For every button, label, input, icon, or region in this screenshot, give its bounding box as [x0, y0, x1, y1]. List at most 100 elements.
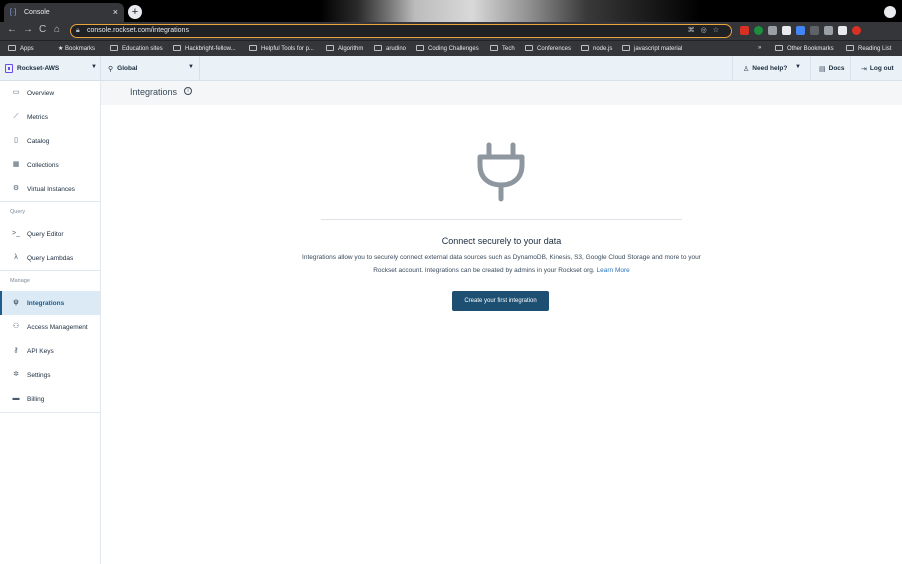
reading-list-icon [846, 45, 854, 51]
divider [0, 270, 100, 271]
omnibox-actions[interactable]: ⌘◎☆ [688, 25, 725, 36]
bookmark-item[interactable]: Hackbright-fellow... [173, 45, 236, 52]
sidebar-item-query-lambdas[interactable]: λ Query Lambdas [0, 247, 100, 269]
plug-icon [477, 142, 525, 202]
close-tab-icon[interactable]: × [113, 7, 118, 17]
folder-icon [416, 45, 424, 51]
location-pin-icon: ⚲ [108, 65, 114, 73]
bookmark-item[interactable]: arudino [374, 45, 406, 52]
rockset-logo-icon [5, 64, 13, 73]
table-icon: ▦ [12, 161, 20, 168]
folder-icon [173, 45, 181, 51]
puzzle-icon[interactable] [838, 26, 847, 35]
terminal-icon: >_ [12, 230, 20, 237]
settings-icon: ✲ [13, 371, 19, 378]
extensions-bar [740, 26, 861, 36]
gear-icon: ⚙ [12, 185, 20, 192]
docs-link[interactable]: ▤ Docs [810, 56, 850, 81]
logout-label: Log out [869, 65, 894, 72]
forward-icon[interactable]: → [23, 24, 33, 35]
sidebar-item-billing[interactable]: ▬ Billing [0, 388, 100, 410]
back-icon[interactable]: ← [7, 24, 17, 35]
bookmarks-overflow[interactable]: » [758, 45, 761, 51]
users-icon: ⚇ [12, 323, 20, 330]
sidebar-item-metrics[interactable]: ⟋ Metrics [0, 106, 100, 128]
bookmark-item[interactable]: ★ Bookmarks [58, 45, 95, 52]
sidebar-item-access-management[interactable]: ⚇ Access Management [0, 316, 100, 338]
browser-tab[interactable]: [·] Console × [4, 3, 124, 22]
sidebar-item-collections[interactable]: ▦ Collections [0, 154, 100, 176]
rockset-favicon-icon: [·] [10, 9, 17, 16]
bookmark-item[interactable]: Helpful Tools for p... [249, 45, 314, 52]
bookmarks-bar: Apps ★ Bookmarks Education sites Hackbri… [0, 40, 902, 56]
help-menu-button[interactable]: ♙ Need help? ▼ [732, 56, 810, 81]
url-text: console.rockset.com/integrations [87, 27, 189, 34]
bookmark-item[interactable]: node.js [581, 45, 612, 52]
org-switcher[interactable]: Rockset-AWS ▼ [0, 56, 101, 81]
help-label: Need help? [752, 65, 788, 72]
page-title: Integrations [130, 87, 178, 97]
sidebar-item-catalog[interactable]: ▯ Catalog [0, 130, 100, 152]
extension-icon[interactable] [782, 26, 791, 35]
create-integration-button[interactable]: Create your first integration [452, 291, 549, 311]
chevron-down-icon: ▼ [91, 64, 97, 70]
app-topbar: Rockset-AWS ▼ ⚲ Global ▼ ♙ Need help? ▼ … [0, 56, 902, 81]
empty-state-description: Integrations allow you to securely conne… [297, 252, 706, 277]
bookmark-apps[interactable]: Apps [8, 45, 34, 52]
extension-icon[interactable] [796, 26, 805, 35]
learn-more-link[interactable]: Learn More [597, 267, 630, 274]
info-icon[interactable]: i [184, 87, 192, 95]
sidebar-item-settings[interactable]: ✲ Settings [0, 364, 100, 386]
tab-bar: [·] Console × + [0, 0, 902, 22]
divider [0, 201, 100, 202]
description-text: Integrations allow you to securely conne… [302, 254, 701, 274]
other-bookmarks[interactable]: Other Bookmarks [775, 45, 834, 52]
card-icon: ▬ [12, 395, 20, 402]
new-tab-button[interactable]: + [128, 5, 142, 19]
plug-icon: ψ [13, 299, 19, 306]
bookmark-item[interactable]: Coding Challenges [416, 45, 479, 52]
folder-icon [249, 45, 257, 51]
chart-icon: ⟋ [13, 113, 19, 120]
book-icon: ▯ [14, 137, 18, 144]
url-input[interactable]: 🔒︎ console.rockset.com/integrations ⌘◎☆ [70, 24, 732, 38]
page-header: Integrations i [101, 81, 902, 105]
bookmark-item[interactable]: javascript material [622, 45, 682, 52]
bookmark-item[interactable]: Conferences [525, 45, 571, 52]
sidebar-item-integrations[interactable]: ψ Integrations [0, 291, 100, 315]
folder-icon [374, 45, 382, 51]
bookmark-item[interactable]: Algorithm [326, 45, 363, 52]
extension-icon[interactable] [810, 26, 819, 35]
tab-title: Console [24, 9, 50, 16]
extension-icon[interactable] [768, 26, 777, 35]
docs-icon: ▤ [819, 65, 826, 73]
folder-icon [775, 45, 783, 51]
divider [0, 412, 100, 413]
extension-icon[interactable] [754, 26, 763, 35]
home-icon[interactable]: ⌂ [54, 24, 60, 35]
extension-icon[interactable] [740, 26, 749, 35]
folder-icon [581, 45, 589, 51]
lambda-icon: λ [14, 254, 18, 261]
region-switcher[interactable]: ⚲ Global ▼ [102, 56, 200, 81]
bookmark-item[interactable]: Education sites [110, 45, 163, 52]
key-icon: ⚷ [13, 347, 19, 354]
reading-list[interactable]: Reading List [846, 45, 891, 52]
avatar[interactable] [852, 26, 861, 35]
sidebar-item-api-keys[interactable]: ⚷ API Keys [0, 340, 100, 362]
main-content: Connect securely to your data Integratio… [101, 105, 902, 564]
org-name: Rockset-AWS [17, 65, 60, 72]
logout-button[interactable]: ⇥ Log out [850, 56, 902, 81]
sidebar-item-virtual-instances[interactable]: ⚙ Virtual Instances [0, 178, 100, 200]
logout-icon: ⇥ [861, 65, 867, 73]
sidebar-item-overview[interactable]: ▭ Overview [0, 82, 100, 104]
folder-icon [326, 45, 334, 51]
bookmark-item[interactable]: Tech [490, 45, 515, 52]
folder-icon [525, 45, 533, 51]
reload-icon[interactable]: C [39, 24, 46, 35]
empty-state-title: Connect securely to your data [441, 236, 562, 246]
section-label-manage: Manage [10, 278, 30, 284]
sidebar-item-query-editor[interactable]: >_ Query Editor [0, 223, 100, 245]
browser-menu-icon[interactable] [884, 6, 896, 18]
extension-icon[interactable] [824, 26, 833, 35]
